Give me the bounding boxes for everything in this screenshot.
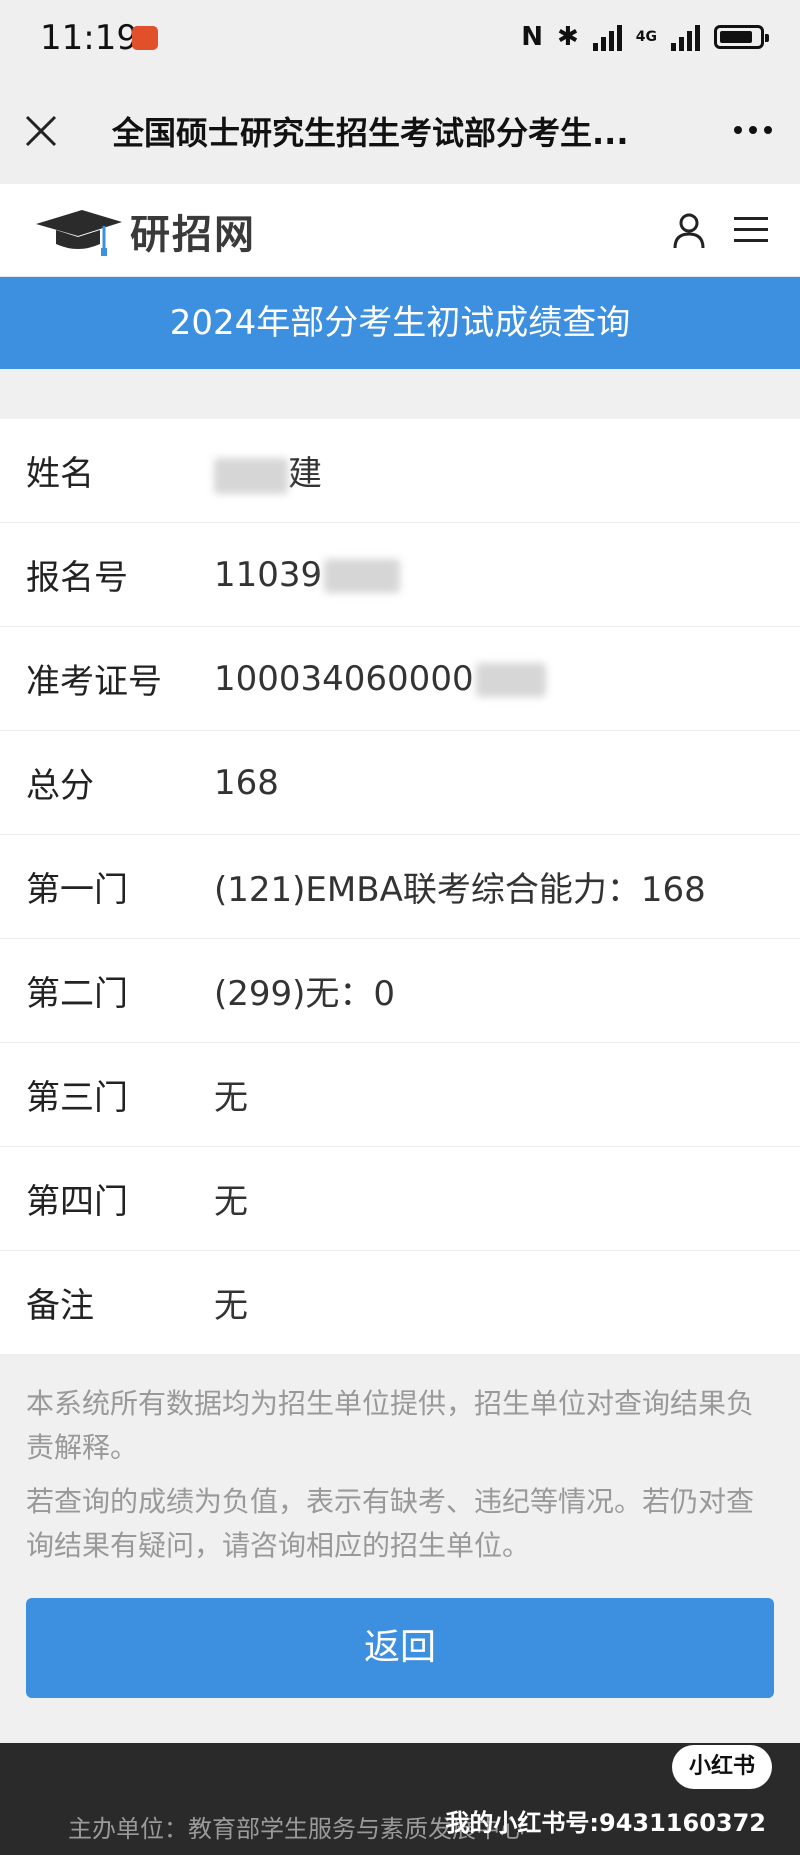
row-total-score: 总分 168: [0, 731, 800, 835]
row-subject-3: 第三门 无: [0, 1043, 800, 1147]
webview-navbar: 全国硕士研究生招生考试部分考生...: [0, 78, 800, 184]
graduation-cap-icon: [36, 210, 122, 256]
redacted-blur: [324, 559, 401, 593]
nfc-icon: N: [521, 22, 543, 52]
row-value: 无: [214, 1078, 248, 1118]
battery-icon: [714, 25, 769, 49]
row-value: 11039: [214, 555, 800, 595]
network-type-label: 4G: [635, 29, 657, 45]
watermark-id: 我的小红书号:9431160372: [445, 1809, 766, 1837]
row-label: 第二门: [26, 974, 128, 1014]
bluetooth-icon: ✱: [556, 22, 579, 52]
row-value: 无: [214, 1182, 248, 1222]
row-subject-4: 第四门 无: [0, 1147, 800, 1251]
note-paragraph: 若查询的成绩为负值，表示有缺考、违纪等情况。若仍对查询结果有疑问，请咨询相应的招…: [26, 1485, 755, 1562]
page: 11:19 N ✱ 4G 全国硕士研究生招生考试部分考生... 研招网 2024…: [0, 0, 800, 1855]
row-value-text: 11039: [214, 554, 323, 595]
status-icons: N ✱ 4G: [521, 22, 769, 52]
footer: 主办单位：教育部学生服务与素质发展中心 小红书 我的小红书号:943116037…: [0, 1743, 800, 1855]
watermark-badge: 小红书: [672, 1745, 772, 1789]
row-value: (121)EMBA联考综合能力：168: [214, 870, 706, 910]
row-value: 无: [214, 1286, 248, 1326]
signal-icon: [592, 23, 622, 51]
back-button[interactable]: 返回: [26, 1598, 774, 1698]
row-name: 姓名 建: [0, 419, 800, 523]
row-admission-ticket: 准考证号 100034060000: [0, 627, 800, 731]
signal-icon-2: [671, 23, 700, 51]
row-subject-2: 第二门 (299)无：0: [0, 939, 800, 1043]
notification-app-icon: [132, 26, 158, 50]
row-label: 第一门: [26, 870, 128, 910]
site-logo-text[interactable]: 研招网: [130, 202, 256, 260]
row-label: 姓名: [26, 454, 94, 494]
note-paragraph: 本系统所有数据均为招生单位提供，招生单位对查询结果负责解释。: [26, 1387, 755, 1464]
row-remarks: 备注 无: [0, 1251, 800, 1354]
user-icon[interactable]: [672, 212, 706, 250]
page-title-banner: 2024年部分考生初试成绩查询: [0, 277, 800, 369]
site-header: 研招网: [0, 184, 800, 277]
status-time: 11:19: [40, 18, 138, 58]
row-value: (299)无：0: [214, 974, 396, 1014]
disclaimer-notes: 本系统所有数据均为招生单位提供，招生单位对查询结果负责解释。 若查询的成绩为负值…: [0, 1354, 800, 1568]
row-value: 168: [214, 762, 279, 803]
menu-icon[interactable]: [734, 216, 768, 244]
navbar-title: 全国硕士研究生招生考试部分考生...: [112, 114, 629, 152]
row-subject-1: 第一门 (121)EMBA联考综合能力：168: [0, 835, 800, 939]
redacted-blur: [214, 457, 288, 494]
battery-fill: [720, 31, 753, 43]
status-bar: 11:19 N ✱ 4G: [0, 0, 800, 78]
row-registration-number: 报名号 11039: [0, 523, 800, 627]
row-label: 总分: [26, 766, 94, 806]
row-label: 准考证号: [26, 662, 162, 702]
spacer: [0, 369, 800, 419]
close-icon[interactable]: [24, 114, 58, 148]
row-value-text: 建: [288, 454, 322, 494]
row-label: 第四门: [26, 1182, 128, 1222]
row-label: 备注: [26, 1286, 94, 1326]
score-table: 姓名 建 报名号 11039 准考证号 100034060000 总分 168 …: [0, 419, 800, 1354]
row-value: 建: [214, 446, 800, 495]
row-label: 第三门: [26, 1078, 128, 1118]
redacted-blur: [475, 663, 546, 697]
row-value: 100034060000: [214, 659, 800, 699]
row-value-text: 100034060000: [214, 658, 474, 699]
row-label: 报名号: [26, 558, 128, 598]
more-icon[interactable]: [734, 126, 772, 134]
